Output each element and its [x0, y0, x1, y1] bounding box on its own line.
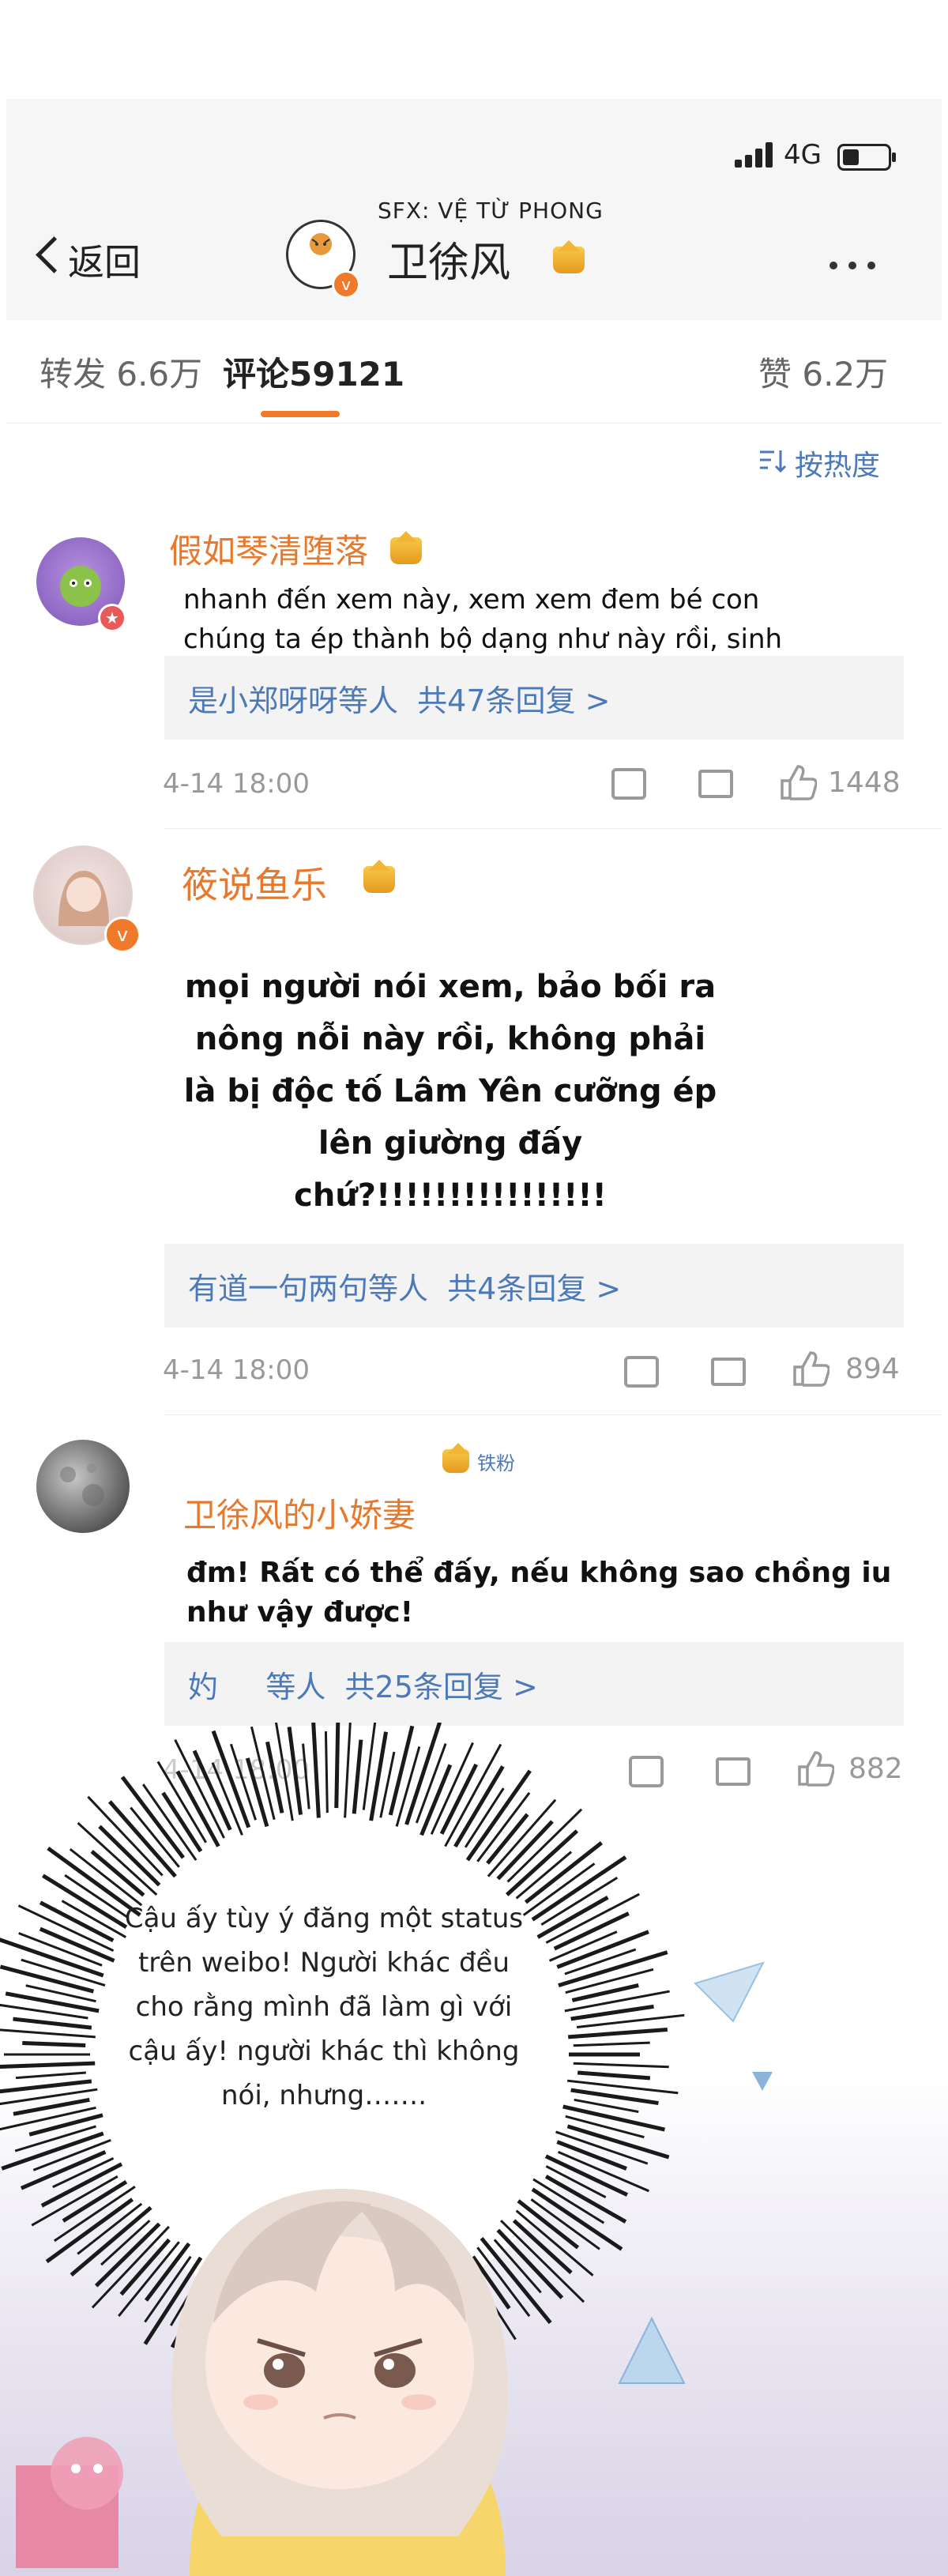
replies-label: 妁 等人 共25条回复 >: [188, 1670, 538, 1704]
verified-icon: ★: [98, 604, 126, 632]
decorative-triangle: [694, 1961, 765, 2023]
burst-spike: [156, 1761, 207, 1843]
crown-icon: [553, 240, 585, 273]
verified-icon: v: [332, 270, 360, 299]
burst-spike: [487, 1798, 557, 1877]
thumbs-up-icon: [793, 1351, 830, 1387]
burst-spike: [496, 1820, 554, 1881]
like-count: 1448: [828, 766, 901, 799]
like-button[interactable]: 882: [796, 1749, 915, 1791]
like-button[interactable]: 1448: [779, 763, 905, 804]
decorative-triangle: [618, 2316, 686, 2384]
burst-spike: [506, 1808, 583, 1883]
watermark-logo: [16, 2437, 123, 2568]
comment-icon[interactable]: [698, 770, 733, 798]
comment-time: 4-14 18:00: [163, 768, 310, 800]
active-tab-indicator: [261, 411, 340, 417]
sort-label: 按热度: [795, 450, 881, 482]
tab-repost[interactable]: 转发 6.6万: [40, 348, 202, 396]
battery-icon: [837, 144, 896, 171]
comment-icon[interactable]: [711, 1358, 746, 1386]
signal-icon: [735, 142, 776, 169]
back-label: 返回: [68, 241, 141, 284]
burst-spike: [430, 1742, 474, 1835]
burst-spike: [324, 1731, 329, 1813]
burst-spike: [0, 1964, 95, 1994]
decorative-triangle: [752, 2072, 773, 2091]
burst-spike: [130, 1806, 180, 1868]
like-button[interactable]: 894: [792, 1350, 910, 1391]
share-icon[interactable]: [611, 768, 646, 800]
sfx-caption: SFX: VỆ TỪ PHONG: [378, 198, 604, 224]
comment-text: đm! Rất có thể đấy, nếu không sao chồng …: [186, 1557, 892, 1629]
narration-text: Cậu ấy tùy ý đăng một status trên weibo!…: [124, 1903, 524, 2111]
divider: [164, 1414, 942, 1415]
thumbs-up-icon: [798, 1751, 834, 1787]
crown-icon: [363, 860, 395, 893]
burst-spike: [22, 2041, 86, 2047]
burst-spike: [388, 1725, 415, 1816]
network-label: 4G: [784, 139, 822, 171]
replies-label: 是小郑呀呀等人 共47条回复 >: [188, 684, 611, 718]
moon-avatar-icon: [60, 1463, 104, 1506]
burst-spike: [444, 1743, 502, 1847]
verified-icon: v: [104, 917, 141, 953]
replies-label: 有道一句两句等人 共4条回复 >: [188, 1271, 622, 1306]
burst-spike: [98, 1825, 161, 1887]
replies-button[interactable]: 是小郑呀呀等人 共47条回复 >: [164, 656, 904, 740]
burst-spike: [453, 1765, 505, 1848]
burst-spike: [544, 2175, 627, 2224]
comment-username[interactable]: 筱说鱼乐: [182, 857, 327, 909]
comment-text: mọi người nói xem, bảo bối ra nông nỗi n…: [183, 969, 717, 1214]
comment-username[interactable]: 卫徐风的小娇妻: [183, 1489, 416, 1537]
burst-spike: [77, 1821, 158, 1896]
burst-spike: [107, 1800, 177, 1878]
thumbs-up-icon: [781, 765, 817, 800]
tab-likes[interactable]: 赞 6.2万: [758, 348, 888, 396]
divider: [164, 828, 942, 829]
burst-spike: [334, 1723, 340, 1809]
burst-spike: [77, 2202, 143, 2255]
page-title: 卫徐风: [387, 239, 511, 287]
share-icon[interactable]: [624, 1356, 659, 1388]
tab-comments-count: 59121: [289, 355, 405, 394]
comment-time: 4-14 18:00: [163, 1354, 310, 1386]
fan-badge: 铁粉: [477, 1452, 515, 1474]
burst-spike: [87, 1795, 164, 1877]
sort-icon: [760, 450, 787, 473]
tab-comments-label: 评论: [223, 355, 290, 394]
chibi-character: [171, 2189, 509, 2576]
comment-username[interactable]: 假如琴清堕落: [169, 525, 368, 573]
comment-avatar[interactable]: [36, 1440, 130, 1533]
chevron-left-icon: [36, 236, 73, 273]
like-count: 894: [845, 1353, 900, 1385]
burst-spike: [540, 1876, 619, 1926]
comment-icon[interactable]: [716, 1757, 750, 1786]
like-count: 882: [848, 1753, 903, 1785]
more-button[interactable]: [830, 258, 886, 273]
replies-button[interactable]: 有道一句两句等人 共4条回复 >: [164, 1244, 904, 1328]
replies-button[interactable]: 妁 等人 共25条回复 >: [164, 1642, 904, 1726]
crown-icon: [390, 531, 422, 564]
back-button[interactable]: 返回: [32, 229, 158, 284]
tab-comments[interactable]: 评论59121: [223, 348, 404, 396]
